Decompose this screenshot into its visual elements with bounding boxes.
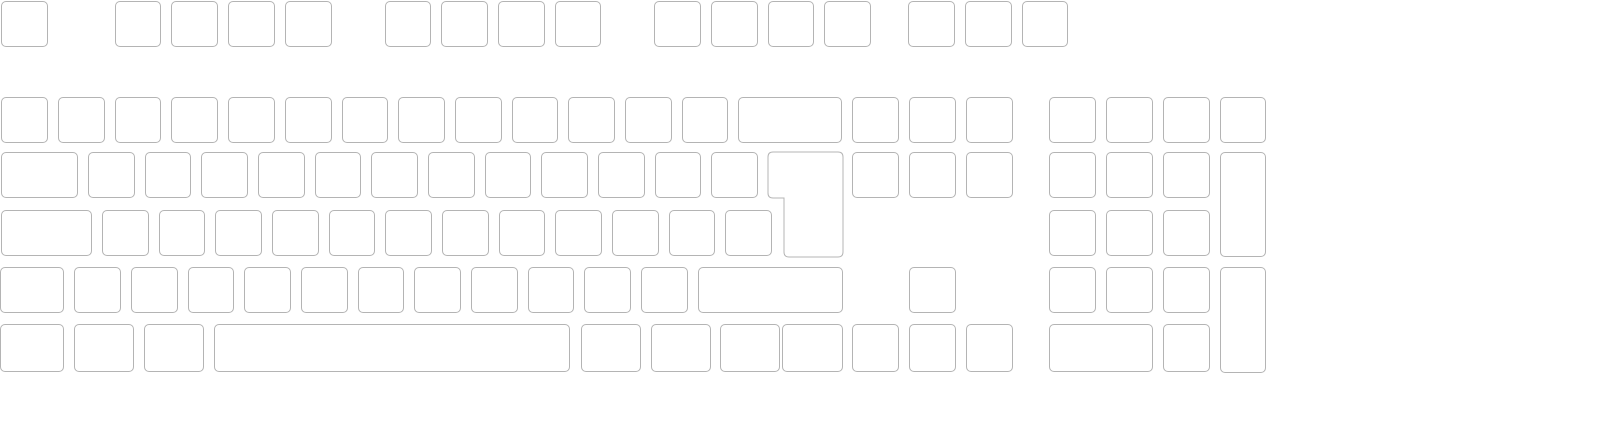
key-g[interactable] <box>329 210 375 256</box>
key-z[interactable] <box>131 267 178 313</box>
key-comma[interactable] <box>528 267 574 313</box>
key-left-ctrl[interactable] <box>0 324 64 372</box>
key-c[interactable] <box>244 267 291 313</box>
key-left-shift[interactable] <box>0 267 64 313</box>
key-page-down[interactable] <box>966 152 1013 198</box>
key-j[interactable] <box>442 210 489 256</box>
key-a[interactable] <box>102 210 149 256</box>
key-numpad-7[interactable] <box>1049 152 1096 198</box>
key-d[interactable] <box>215 210 262 256</box>
key-iso-extra[interactable] <box>74 267 121 313</box>
key-caps-lock[interactable] <box>1 210 92 256</box>
key-numpad-enter[interactable] <box>1220 267 1266 373</box>
key-arrow-right[interactable] <box>966 324 1013 372</box>
key-left-win[interactable] <box>74 324 134 372</box>
key-s[interactable] <box>159 210 205 256</box>
key-n[interactable] <box>414 267 461 313</box>
key-numpad-4[interactable] <box>1049 210 1096 256</box>
key-numpad-6[interactable] <box>1163 210 1210 256</box>
key-m[interactable] <box>471 267 518 313</box>
key-right-win[interactable] <box>651 324 711 372</box>
key-delete[interactable] <box>852 152 899 198</box>
key-space[interactable] <box>214 324 570 372</box>
key-backslash[interactable] <box>725 210 772 256</box>
key-menu[interactable] <box>720 324 780 372</box>
key-x[interactable] <box>188 267 234 313</box>
key-numpad-3[interactable] <box>1163 267 1210 313</box>
key-k[interactable] <box>499 210 545 256</box>
key-quote[interactable] <box>669 210 715 256</box>
key-numpad-5[interactable] <box>1106 210 1153 256</box>
key-l[interactable] <box>555 210 602 256</box>
key-right-shift[interactable] <box>698 267 843 313</box>
key-numpad-9[interactable] <box>1163 152 1210 198</box>
key-h[interactable] <box>385 210 432 256</box>
key-numpad-plus[interactable] <box>1220 152 1266 257</box>
key-v[interactable] <box>301 267 348 313</box>
key-arrow-up[interactable] <box>909 267 956 313</box>
key-f[interactable] <box>272 210 319 256</box>
key-end[interactable] <box>909 152 956 198</box>
key-right-ctrl[interactable] <box>782 324 843 372</box>
key-arrow-left[interactable] <box>852 324 899 372</box>
key-numpad-decimal[interactable] <box>1163 324 1210 372</box>
key-arrow-down[interactable] <box>909 324 956 372</box>
key-numpad-2[interactable] <box>1106 267 1153 313</box>
keyboard-layout <box>0 0 1599 447</box>
key-semicolon[interactable] <box>612 210 659 256</box>
key-numpad-1[interactable] <box>1049 267 1096 313</box>
key-slash[interactable] <box>641 267 688 313</box>
key-numpad-0[interactable] <box>1049 324 1153 372</box>
key-b[interactable] <box>358 267 404 313</box>
key-numpad-8[interactable] <box>1106 152 1153 198</box>
key-left-alt[interactable] <box>144 324 204 372</box>
key-right-alt[interactable] <box>581 324 641 372</box>
key-period[interactable] <box>584 267 631 313</box>
